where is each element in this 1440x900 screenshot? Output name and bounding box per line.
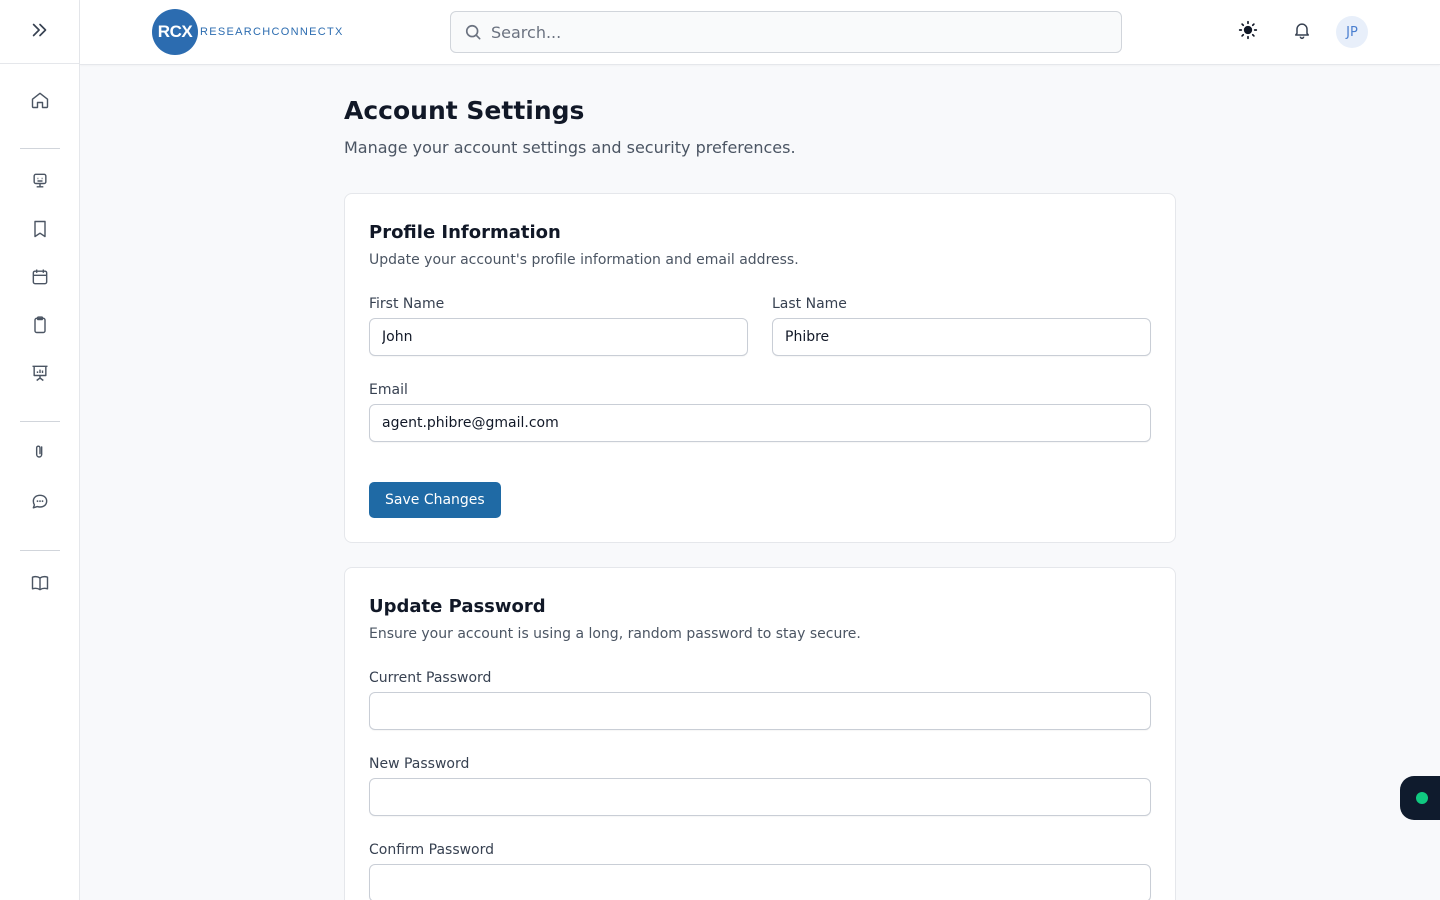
update-password-card: Update Password Ensure your account is u…: [344, 567, 1176, 900]
new-password-field[interactable]: [369, 778, 1151, 816]
email-field[interactable]: [369, 404, 1151, 442]
clipboard-icon: [30, 315, 50, 339]
sidebar: [0, 0, 80, 900]
sidebar-item-bookmarks[interactable]: [28, 219, 52, 243]
bookmark-icon: [30, 219, 50, 243]
sidebar-item-projects[interactable]: [28, 171, 52, 195]
page-title: Account Settings: [344, 96, 585, 125]
sidebar-item-files[interactable]: [28, 442, 52, 466]
search-icon: [463, 22, 483, 42]
monitor-icon: [30, 171, 50, 195]
book-open-icon: [30, 573, 50, 597]
profile-information-card: Profile Information Update your account'…: [344, 193, 1176, 543]
paperclip-icon: [30, 442, 50, 466]
chevrons-right-icon: [29, 19, 51, 45]
user-avatar[interactable]: JP: [1336, 16, 1368, 48]
sidebar-divider: [20, 148, 60, 149]
chat-widget-button[interactable]: [1400, 776, 1440, 820]
confirm-password-field[interactable]: [369, 864, 1151, 900]
sun-icon: [1238, 20, 1258, 44]
confirm-password-label: Confirm Password: [369, 842, 495, 858]
bell-icon: [1292, 20, 1312, 44]
notifications-button[interactable]: [1288, 18, 1316, 46]
current-password-label: Current Password: [369, 670, 492, 686]
sidebar-expand-button[interactable]: [0, 0, 79, 64]
logo-wordmark: RESEARCHCONNECTX: [200, 26, 344, 38]
sidebar-item-library[interactable]: [28, 573, 52, 597]
email-label: Email: [369, 382, 408, 398]
chat-icon: [30, 492, 50, 516]
presentation-chart-icon: [30, 363, 50, 387]
last-name-label: Last Name: [772, 296, 847, 312]
search-bar[interactable]: [450, 11, 1122, 53]
new-password-label: New Password: [369, 756, 470, 772]
brand-logo[interactable]: RCX RESEARCHCONNECTX: [152, 8, 344, 56]
sidebar-item-messages[interactable]: [28, 492, 52, 516]
profile-card-title: Profile Information: [369, 222, 561, 243]
sidebar-divider: [20, 421, 60, 422]
last-name-field[interactable]: [772, 318, 1151, 356]
first-name-label: First Name: [369, 296, 445, 312]
sidebar-item-presentations[interactable]: [28, 363, 52, 387]
search-input[interactable]: [491, 22, 1091, 42]
logo-mark: RCX: [152, 9, 198, 55]
sidebar-item-calendar[interactable]: [28, 267, 52, 291]
sidebar-item-home[interactable]: [28, 90, 52, 114]
profile-card-description: Update your account's profile informatio…: [369, 252, 799, 268]
theme-toggle-button[interactable]: [1234, 18, 1262, 46]
password-card-title: Update Password: [369, 596, 546, 617]
sidebar-divider: [20, 550, 60, 551]
save-changes-button[interactable]: Save Changes: [369, 482, 501, 518]
first-name-field[interactable]: [369, 318, 748, 356]
online-status-indicator: [1416, 792, 1428, 804]
sidebar-item-tasks[interactable]: [28, 315, 52, 339]
password-card-description: Ensure your account is using a long, ran…: [369, 626, 861, 642]
home-icon: [30, 90, 50, 114]
calendar-icon: [30, 267, 50, 291]
current-password-field[interactable]: [369, 692, 1151, 730]
page-subtitle: Manage your account settings and securit…: [344, 138, 796, 157]
top-header: RCX RESEARCHCONNECTX JP: [80, 0, 1440, 65]
